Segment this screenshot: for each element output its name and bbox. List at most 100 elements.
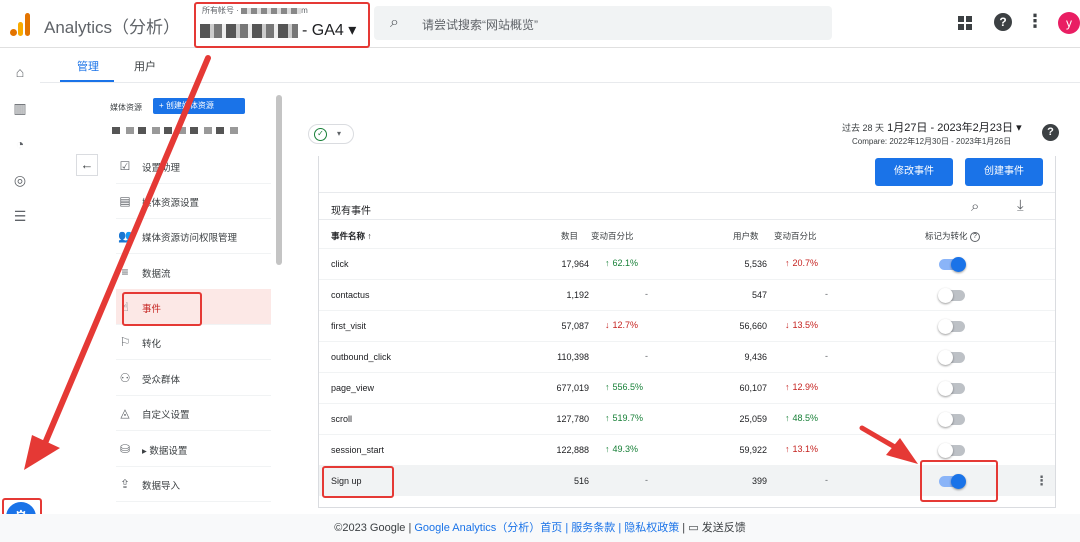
nav-item-custom-definitions[interactable]: ◬ 自定义设置 [116, 395, 271, 431]
event-count: 57,087 [561, 321, 589, 331]
apps-grid-icon[interactable] [958, 16, 972, 30]
event-name[interactable]: scroll [331, 414, 352, 424]
col-event-name[interactable]: 事件名称 ↑ [331, 230, 372, 242]
conversion-toggle[interactable] [938, 319, 965, 334]
help-icon[interactable]: ? [1042, 124, 1059, 141]
configure-icon[interactable]: ☰ [12, 208, 28, 224]
event-name[interactable]: outbound_click [331, 352, 391, 362]
change-value: 20.7% [792, 258, 819, 268]
more-vert-icon[interactable]: ⋮ [1026, 11, 1044, 32]
event-name[interactable]: session_start [331, 445, 384, 455]
nav-item-conversions[interactable]: ⚐ 转化 [116, 324, 271, 360]
change-value: 12.9% [792, 382, 819, 392]
conversion-toggle[interactable] [938, 288, 965, 303]
conversion-toggle[interactable] [939, 257, 966, 272]
count-change: ↑ 519.7% [605, 413, 643, 423]
search-input[interactable]: ⌕ 请尝试搜索“网站概览” [374, 6, 832, 40]
help-icon[interactable]: ? [994, 13, 1012, 31]
create-property-button[interactable]: + 创建媒体资源 [153, 98, 245, 114]
status-chip[interactable]: ✓ ▾ [308, 124, 354, 144]
audience-icon: ⚇ [119, 371, 131, 385]
left-rail: ⌂ ▥ ◔ ◎ ☰ [0, 48, 40, 542]
table-row[interactable]: page_view 677,019 ↑ 556.5% 60,107 ↑ 12.9% [319, 372, 1055, 403]
toggle-highlight-box [920, 460, 998, 502]
conversion-toggle[interactable] [938, 443, 965, 458]
checklist-icon: ☑ [119, 159, 131, 173]
nav-item-data-settings[interactable]: ⛁ ▸ 数据设置 [116, 431, 271, 467]
count-change: ↑ 62.1% [605, 258, 638, 268]
main-content: ✓ ▾ 过去 28 天 1月27日 - 2023年2月23日 ▾ Compare… [300, 84, 1080, 514]
nav-item-setup-assistant[interactable]: ☑ 设置助理 [116, 148, 271, 184]
table-row[interactable]: click 17,964 ↑ 62.1% 5,536 ↑ 20.7% [319, 248, 1055, 279]
users-change: - [825, 289, 828, 299]
create-event-button[interactable]: 创建事件 [965, 158, 1043, 186]
search-icon: ⌕ [390, 14, 399, 31]
top-icons: ? ⋮ y [950, 10, 1080, 38]
event-users: 59,922 [739, 445, 767, 455]
col-conversion: 标记为转化 ? [925, 230, 980, 242]
avatar[interactable]: y [1058, 12, 1080, 34]
change-value: - [825, 289, 828, 299]
card-title: 现有事件 [331, 206, 371, 217]
event-users: 60,107 [739, 383, 767, 393]
analytics-logo-icon[interactable] [10, 12, 32, 36]
nav-item-data-streams[interactable]: ≡ 数据流 [116, 254, 271, 290]
change-value: - [645, 475, 648, 485]
card-header: 现有事件 ⌕ ⤓ [319, 192, 1055, 220]
event-name[interactable]: contactus [331, 290, 370, 300]
back-arrow-icon[interactable]: ← [76, 154, 98, 176]
count-change: ↑ 49.3% [605, 444, 638, 454]
nav-item-label: 设置助理 [142, 163, 181, 174]
download-icon[interactable]: ⤓ [1017, 197, 1024, 214]
nav-item-property-access[interactable]: 👥 媒体资源访问权限管理 [116, 218, 271, 254]
table-row[interactable]: first_visit 57,087 ↓ 12.7% 56,660 ↓ 13.5% [319, 310, 1055, 341]
tab-user[interactable]: 用户 [134, 58, 156, 74]
explore-icon[interactable]: ◔ [12, 136, 28, 152]
tab-admin[interactable]: 管理 [77, 58, 99, 74]
nav-item-property-settings[interactable]: ▤ 媒体资源设置 [116, 183, 271, 219]
conversion-toggle[interactable] [938, 350, 965, 365]
nav-item-label: 受众群体 [142, 375, 181, 386]
footer-copyright: ©2023 Google [334, 522, 406, 534]
col-count-change: 变动百分比 [591, 231, 634, 241]
table-row[interactable]: scroll 127,780 ↑ 519.7% 25,059 ↑ 48.5% [319, 403, 1055, 434]
conversion-toggle[interactable] [938, 412, 965, 427]
nav-item-label: 媒体资源设置 [142, 198, 200, 209]
signup-highlight-box [322, 466, 394, 498]
event-name[interactable]: page_view [331, 383, 374, 393]
col-count[interactable]: 数目 [561, 230, 578, 242]
table-row[interactable]: contactus 1,192 - 547 - [319, 279, 1055, 310]
event-users: 5,536 [744, 259, 767, 269]
footer-feedback[interactable]: 发送反馈 [702, 522, 746, 534]
event-name[interactable]: first_visit [331, 321, 366, 331]
change-value: 48.5% [792, 413, 819, 423]
users-change: ↑ 20.7% [785, 258, 818, 268]
people-icon: 👥 [118, 229, 133, 243]
event-count: 516 [573, 476, 589, 486]
help-outline-icon[interactable]: ? [969, 231, 980, 242]
upload-icon: ⇪ [119, 477, 131, 491]
advertising-icon[interactable]: ◎ [12, 172, 28, 188]
event-name[interactable]: click [331, 259, 349, 269]
search-icon[interactable]: ⌕ [971, 198, 979, 215]
nav-item-data-import[interactable]: ⇪ 数据导入 [116, 466, 271, 502]
footer-links[interactable]: Google Analytics（分析）首页 | 服务条款 | 隐私权政策 [414, 522, 679, 534]
change-value: 13.1% [792, 444, 819, 454]
count-change: ↑ 556.5% [605, 382, 643, 392]
home-icon[interactable]: ⌂ [12, 64, 28, 80]
events-highlight-box [122, 292, 202, 326]
more-vert-icon[interactable]: ⋮ [1035, 473, 1048, 489]
feedback-icon[interactable]: ▭ [688, 522, 698, 534]
top-bar: Analytics（分析） 所有帐号 · m - GA4 ▾ ⌕ 请尝试搜索“网… [0, 0, 1080, 48]
panel-scrollbar[interactable] [276, 95, 282, 265]
reports-icon[interactable]: ▥ [12, 100, 28, 116]
table-row[interactable]: outbound_click 110,398 - 9,436 - [319, 341, 1055, 372]
nav-item-audiences[interactable]: ⚇ 受众群体 [116, 360, 271, 396]
toggle-knob [938, 443, 953, 458]
redacted-property-select[interactable] [112, 127, 242, 134]
conversion-toggle[interactable] [938, 381, 965, 396]
date-range-picker[interactable]: 过去 28 天 1月27日 - 2023年2月23日 ▾ [842, 119, 1022, 135]
change-value: 556.5% [612, 382, 644, 392]
modify-event-button[interactable]: 修改事件 [875, 158, 953, 186]
col-users[interactable]: 用户数 [733, 230, 759, 242]
